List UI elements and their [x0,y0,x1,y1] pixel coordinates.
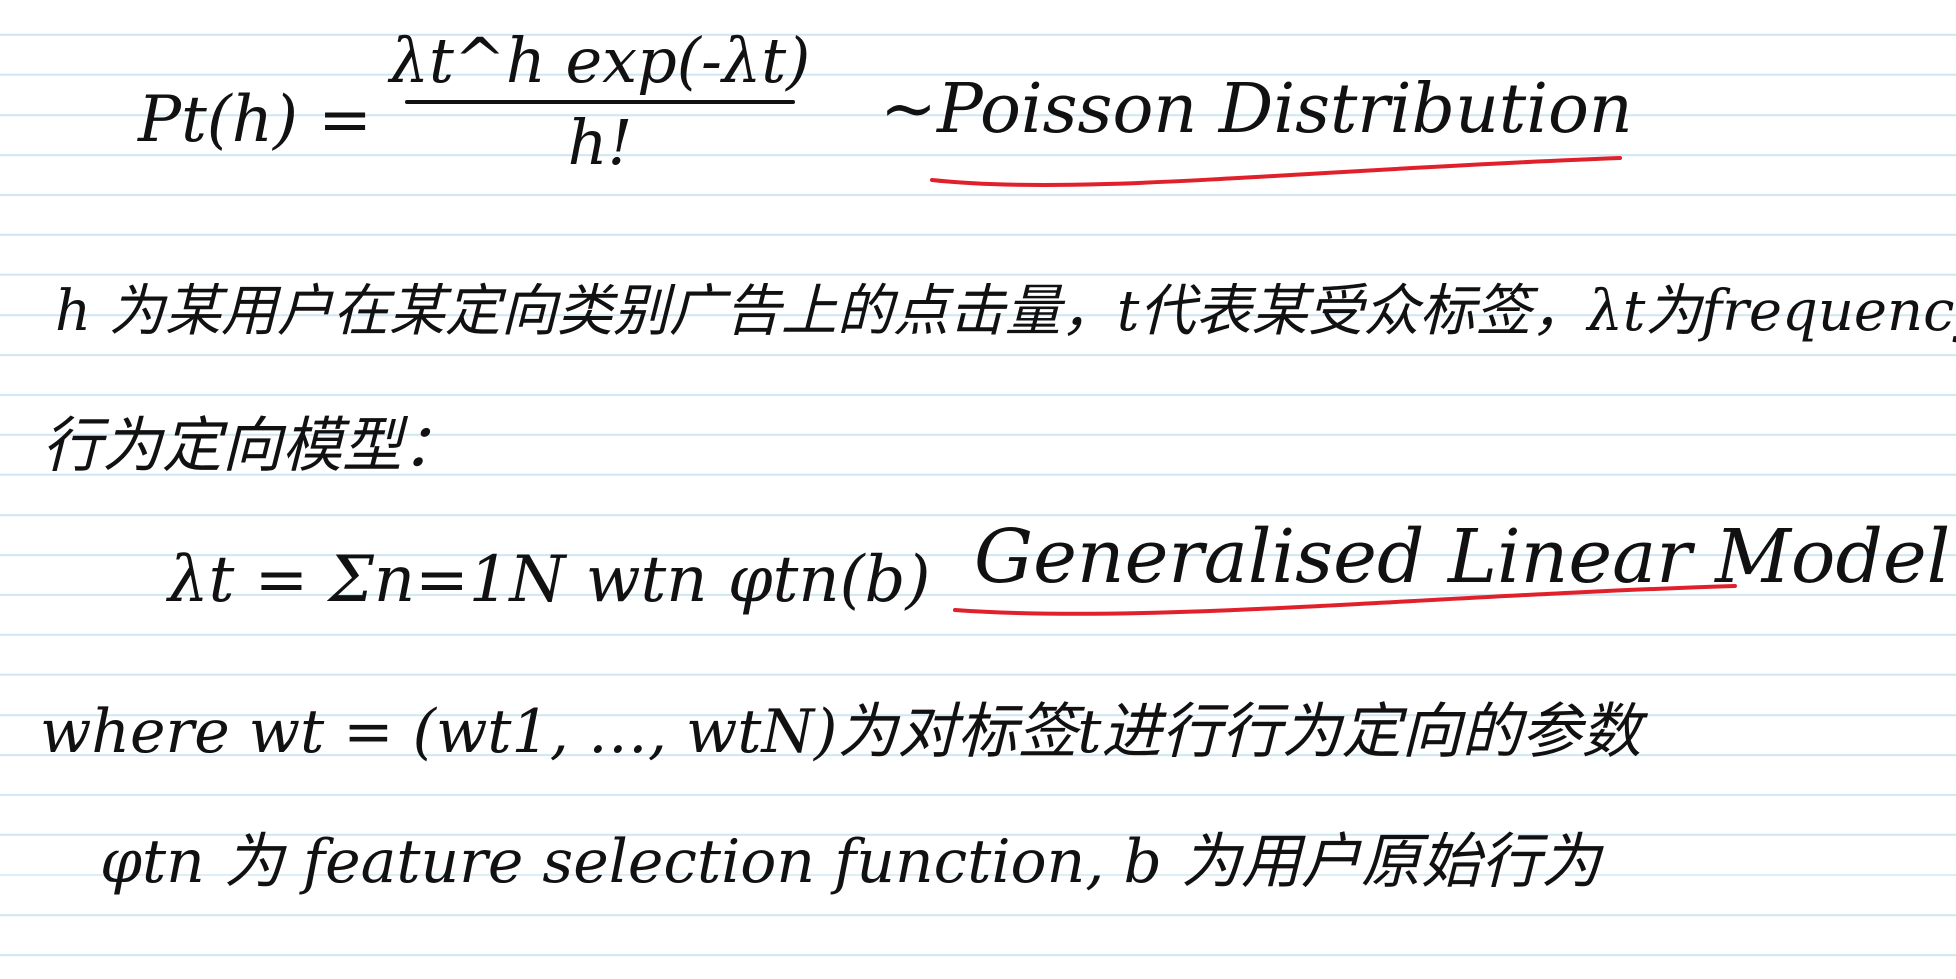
feature-function-line: φtn 为 feature selection function, b 为用户原… [100,827,1601,897]
note-page: Pt(h) = λt^h exp(-λt) h! ~Poisson Distri… [0,0,1956,979]
weights-line: where wt = (wt1, …, wtN)为对标签t进行行为定向的参数 [40,697,1642,767]
